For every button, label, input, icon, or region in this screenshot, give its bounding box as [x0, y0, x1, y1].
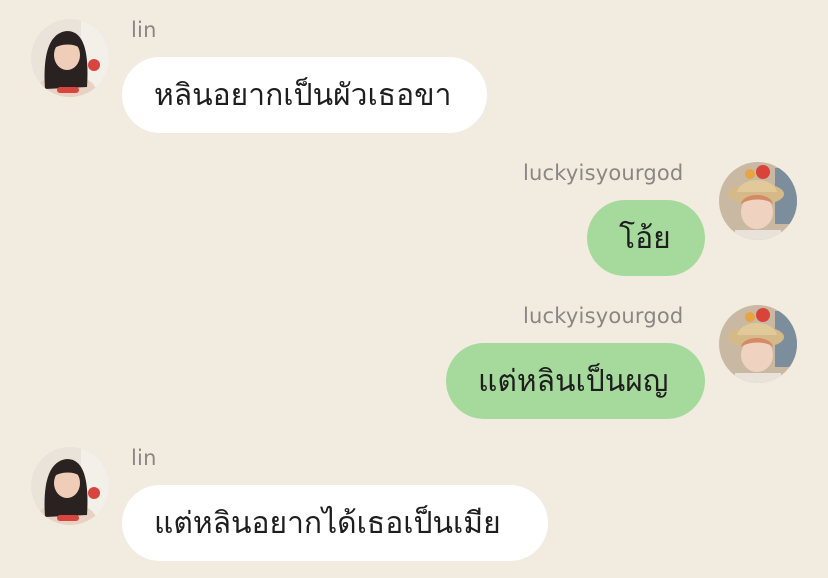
sender-name: luckyisyourgod: [523, 161, 684, 185]
message-text: หลินอยากเป็นผัวเธอขา: [154, 77, 452, 113]
message-bubble[interactable]: แต่หลินอยากได้เธอเป็นเมีย: [122, 485, 548, 561]
message-text: แต่หลินเป็นผญ: [478, 363, 669, 399]
sender-name: lin: [131, 446, 157, 470]
sender-name: luckyisyourgod: [523, 304, 684, 328]
lin-avatar[interactable]: [31, 447, 109, 525]
message-text: แต่หลินอยากได้เธอเป็นเมีย: [154, 505, 501, 541]
message-bubble[interactable]: โอ้ย: [587, 200, 705, 276]
luckyisyourgod-avatar[interactable]: [719, 162, 797, 240]
lin-avatar[interactable]: [31, 19, 109, 97]
luckyisyourgod-avatar[interactable]: [719, 305, 797, 383]
message-text: โอ้ย: [619, 220, 671, 256]
sender-name: lin: [131, 18, 157, 42]
message-bubble[interactable]: หลินอยากเป็นผัวเธอขา: [122, 57, 487, 133]
message-bubble[interactable]: แต่หลินเป็นผญ: [446, 343, 705, 419]
